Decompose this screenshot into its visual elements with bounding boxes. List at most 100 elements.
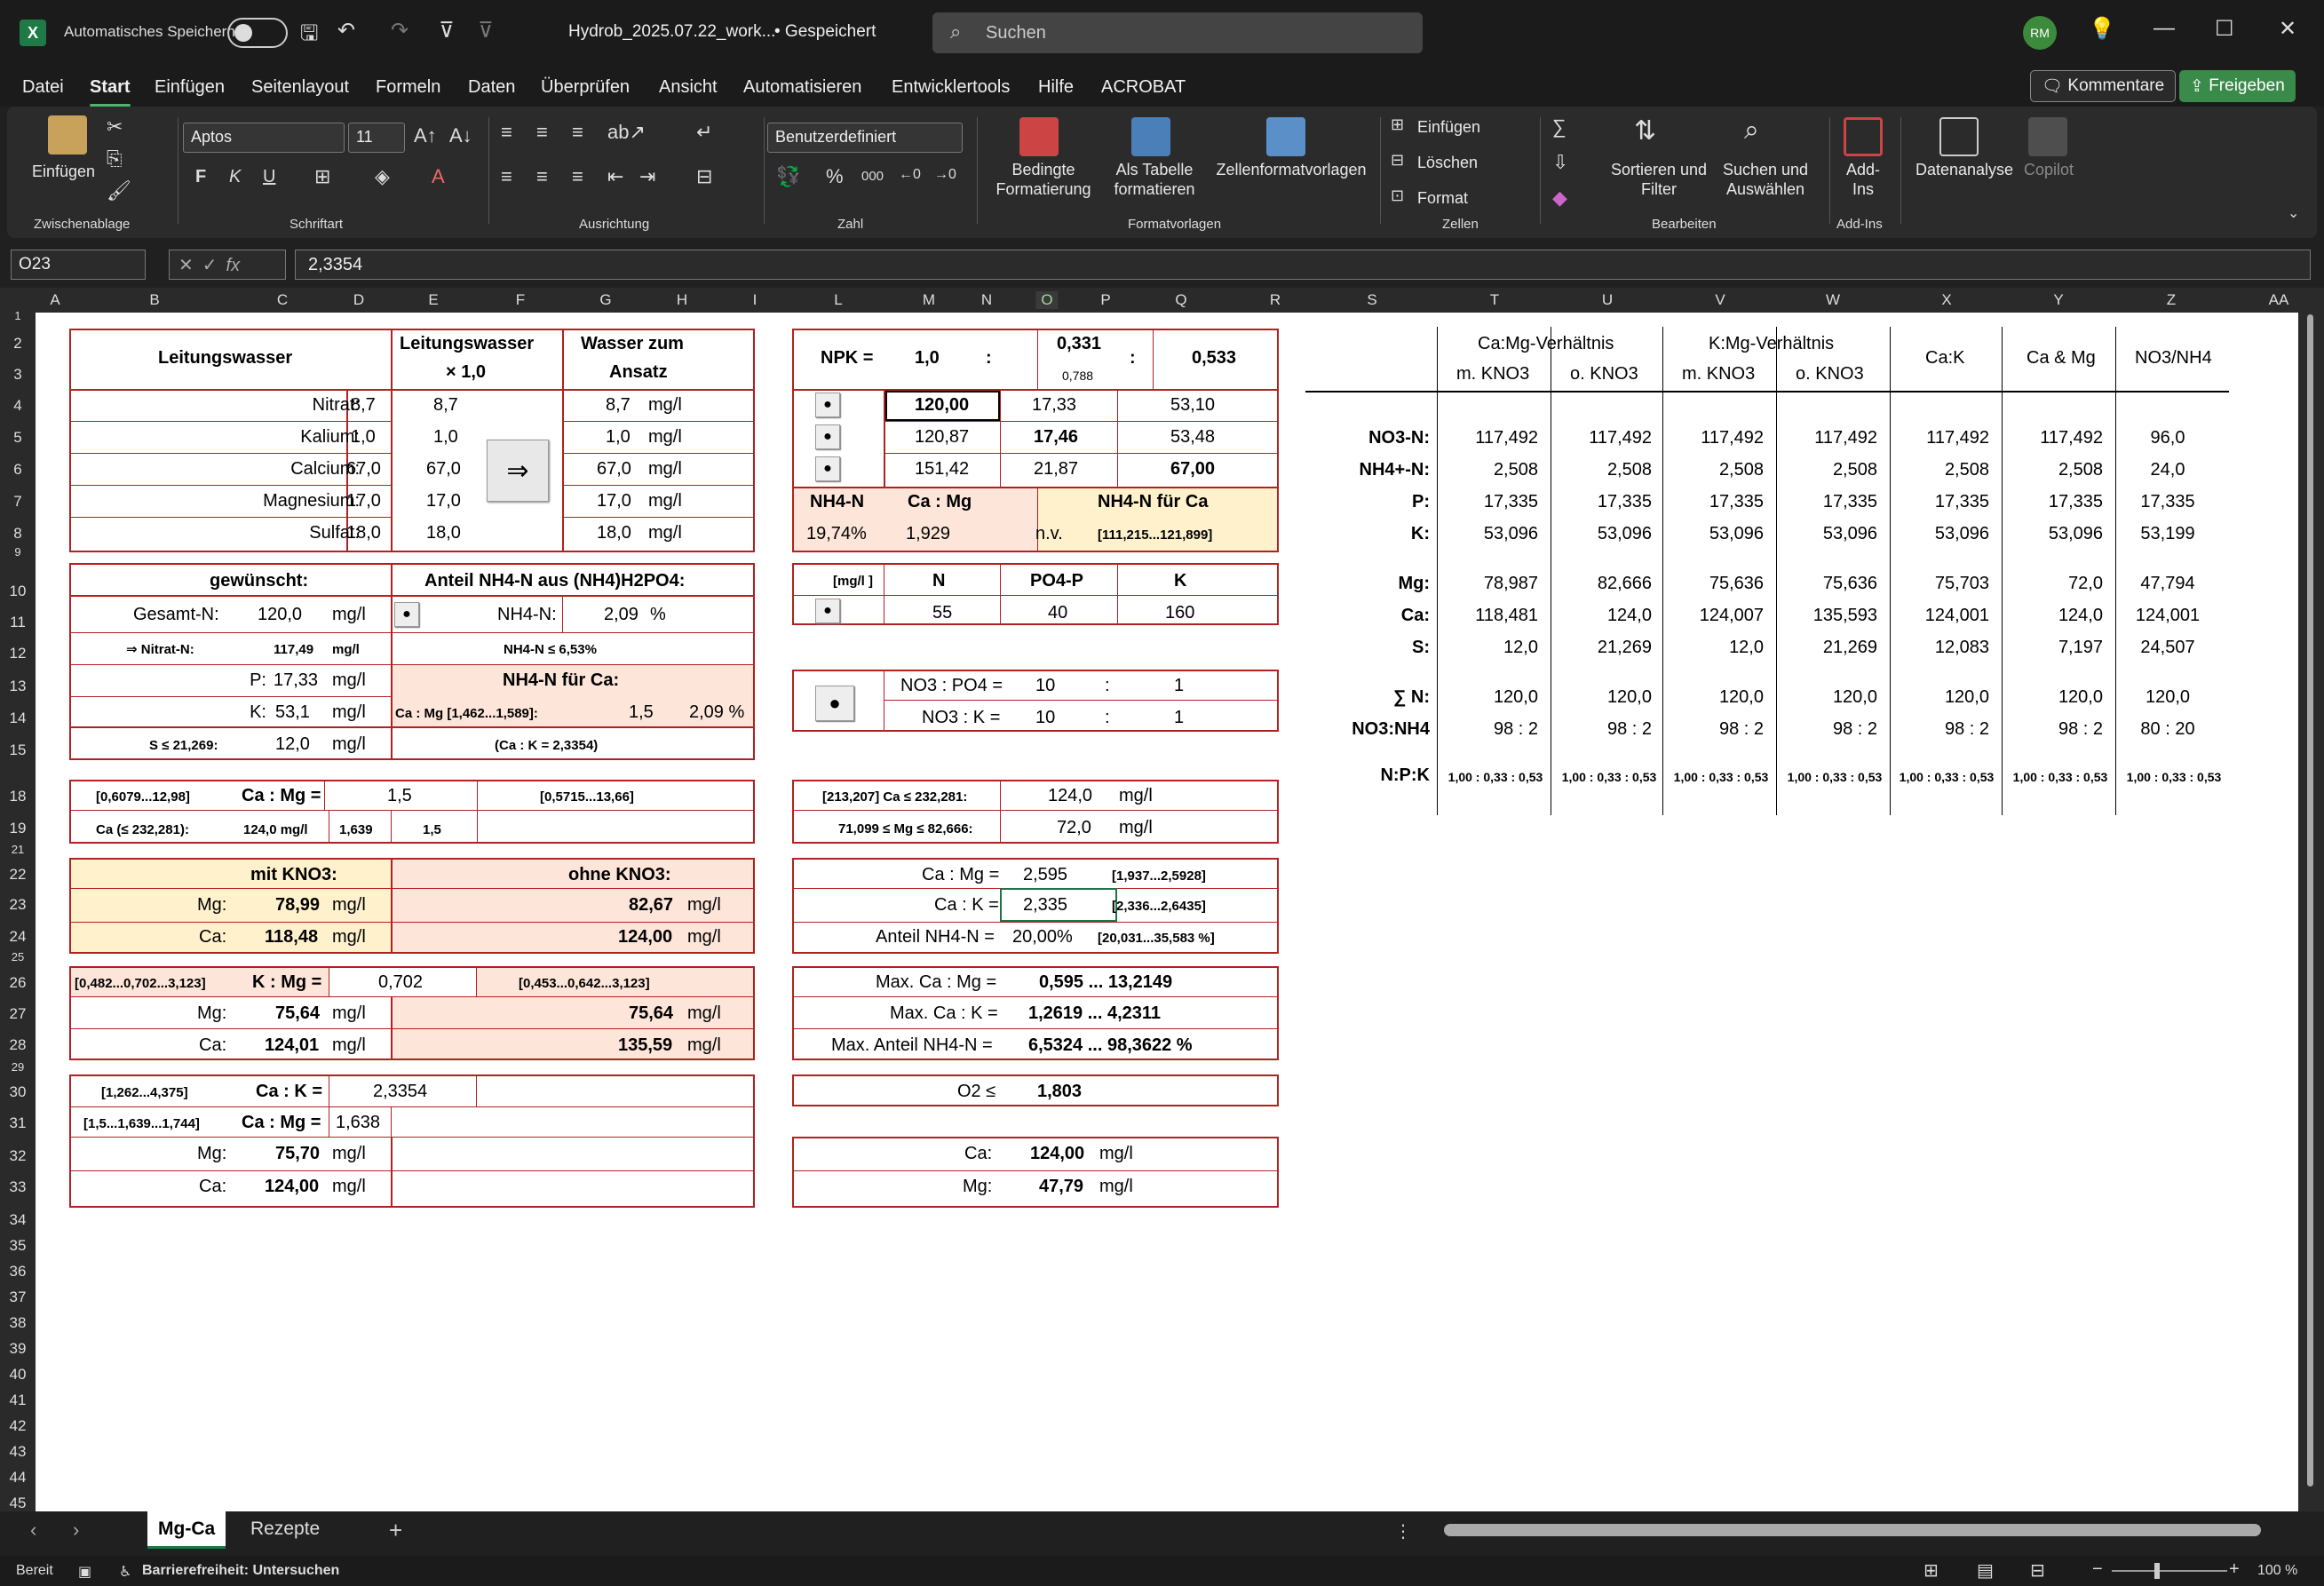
align-center-icon[interactable]: ≡ [536, 165, 548, 188]
worksheet-grid[interactable]: Leitungswasser Leitungswasser × 1,0 Wass… [36, 313, 2298, 1511]
row-header[interactable]: 6 [0, 461, 36, 479]
thousands-icon[interactable]: 000 [861, 169, 884, 184]
insert-cells-button[interactable]: Einfügen [1417, 117, 1480, 137]
share-button[interactable]: ⇪ Freigeben [2179, 70, 2296, 102]
autosave-toggle[interactable] [227, 18, 288, 48]
search-box[interactable]: ⌕ Suchen [932, 12, 1423, 53]
col-header[interactable]: L [834, 291, 842, 309]
grow-font-icon[interactable]: A↑ [414, 124, 437, 147]
col-header[interactable]: C [277, 291, 288, 309]
col-header[interactable]: W [1826, 291, 1840, 309]
row-header[interactable]: 9 [0, 545, 36, 559]
zoom-in-icon[interactable]: + [2229, 1559, 2240, 1580]
tab-options-icon[interactable]: ⋮ [1394, 1520, 1412, 1542]
row-header[interactable]: 44 [0, 1469, 36, 1487]
delete-cells-button[interactable]: Löschen [1417, 153, 1478, 172]
tab-rezepte[interactable]: Rezepte [240, 1511, 330, 1549]
delete-cells-icon[interactable]: ⊟ [1391, 151, 1404, 170]
row-header[interactable]: 14 [0, 710, 36, 727]
row-header[interactable]: 37 [0, 1289, 36, 1306]
zoom-slider-thumb[interactable] [2154, 1563, 2160, 1579]
row-header[interactable]: 8 [0, 525, 36, 543]
filter-icon[interactable]: ⊽ [439, 18, 455, 44]
tab-mg-ca[interactable]: Mg-Ca [147, 1511, 226, 1549]
row-header[interactable]: 18 [0, 788, 36, 805]
align-top-icon[interactable]: ≡ [501, 121, 512, 144]
row-header[interactable]: 7 [0, 493, 36, 511]
row-header[interactable]: 41 [0, 1392, 36, 1409]
horizontal-scrollbar[interactable] [1444, 1524, 2261, 1536]
format-cells-button[interactable]: Format [1417, 188, 1468, 208]
data-analysis-button[interactable]: Datenanalyse [1911, 160, 2018, 179]
file-name[interactable]: Hydrob_2025.07.22_work... [568, 22, 775, 42]
font-size-select[interactable]: 11 [348, 123, 405, 153]
confirm-icon[interactable]: ✓ [202, 256, 226, 275]
page-layout-icon[interactable]: ▤ [1977, 1559, 1994, 1582]
menu-ueberpruefen[interactable]: Überprüfen [541, 77, 630, 98]
row-header[interactable]: 28 [0, 1036, 36, 1054]
save-icon[interactable]: 🖫 [300, 18, 318, 54]
fx-icon[interactable]: fx [226, 256, 241, 275]
cancel-icon[interactable]: ✕ [178, 256, 202, 275]
paste-label[interactable]: Einfügen [32, 162, 95, 181]
menu-automatisieren[interactable]: Automatisieren [743, 77, 861, 98]
underline-button[interactable]: U [263, 167, 275, 187]
vertical-scrollbar[interactable] [2298, 288, 2324, 1511]
scroll-thumb[interactable] [2307, 314, 2313, 1487]
row-header[interactable]: 31 [0, 1114, 36, 1132]
col-header[interactable]: H [677, 291, 687, 309]
col-header[interactable]: G [599, 291, 611, 309]
row-header[interactable]: 24 [0, 928, 36, 946]
col-header[interactable]: U [1602, 291, 1613, 309]
row-header[interactable]: 2 [0, 335, 36, 353]
conditional-format-icon[interactable] [1019, 117, 1059, 156]
row-header[interactable]: 23 [0, 896, 36, 914]
redo-icon[interactable]: ↷ [391, 18, 408, 44]
next-sheet-icon[interactable]: › [73, 1519, 79, 1542]
zoom-out-icon[interactable]: − [2092, 1559, 2103, 1580]
col-header[interactable]: X [1941, 291, 1951, 309]
name-box[interactable]: O23 [11, 250, 146, 280]
row-header[interactable]: 1 [0, 309, 36, 322]
macro-icon[interactable]: ▣ [78, 1563, 91, 1581]
col-header[interactable]: Y [2053, 291, 2063, 309]
indent-decrease-icon[interactable]: ⇤ [607, 165, 623, 188]
clear-icon[interactable]: ◆ [1552, 186, 1567, 210]
menu-formeln[interactable]: Formeln [376, 77, 440, 98]
font-name-select[interactable]: Aptos [183, 123, 345, 153]
row-header[interactable]: 35 [0, 1237, 36, 1255]
sort-filter-icon[interactable]: ⇅ [1634, 115, 1656, 147]
insert-cells-icon[interactable]: ⊞ [1391, 115, 1404, 134]
copilot-icon[interactable] [2028, 117, 2067, 156]
page-break-icon[interactable]: ⊟ [2030, 1559, 2045, 1582]
format-as-table-button[interactable]: Als Tabelle formatieren [1101, 160, 1208, 199]
col-header[interactable]: T [1490, 291, 1499, 309]
col-header[interactable]: A [50, 291, 59, 309]
col-header[interactable]: P [1100, 291, 1110, 309]
row-header[interactable]: 26 [0, 974, 36, 992]
minimize-icon[interactable]: — [2153, 16, 2175, 41]
row-header[interactable]: 19 [0, 820, 36, 837]
format-cells-icon[interactable]: ⊡ [1391, 186, 1404, 205]
menu-start[interactable]: Start [90, 77, 131, 107]
currency-icon[interactable]: 💱 [776, 165, 800, 188]
zoom-slider[interactable] [2112, 1570, 2227, 1572]
npk-option-1[interactable]: ● [815, 393, 840, 417]
font-color-icon[interactable]: A [432, 165, 445, 188]
align-bottom-icon[interactable]: ≡ [572, 121, 583, 144]
col-header[interactable]: N [981, 291, 992, 309]
col-header[interactable]: B [149, 291, 159, 309]
menu-seitenlayout[interactable]: Seitenlayout [251, 77, 349, 98]
prev-sheet-icon[interactable]: ‹ [30, 1519, 36, 1542]
decrease-decimal-icon[interactable]: →0 [934, 167, 956, 183]
find-select-icon[interactable]: ⌕ [1744, 115, 1759, 146]
addins-icon[interactable] [1844, 117, 1883, 156]
save-status[interactable]: • Gespeichert [774, 22, 876, 42]
row-header[interactable]: 43 [0, 1443, 36, 1461]
row-header[interactable]: 11 [0, 614, 36, 631]
zoom-level[interactable]: 100 % [2257, 1563, 2297, 1579]
row-header[interactable]: 15 [0, 741, 36, 759]
align-middle-icon[interactable]: ≡ [536, 121, 548, 144]
col-header[interactable]: Z [2167, 291, 2176, 309]
col-header[interactable]: Q [1175, 291, 1186, 309]
